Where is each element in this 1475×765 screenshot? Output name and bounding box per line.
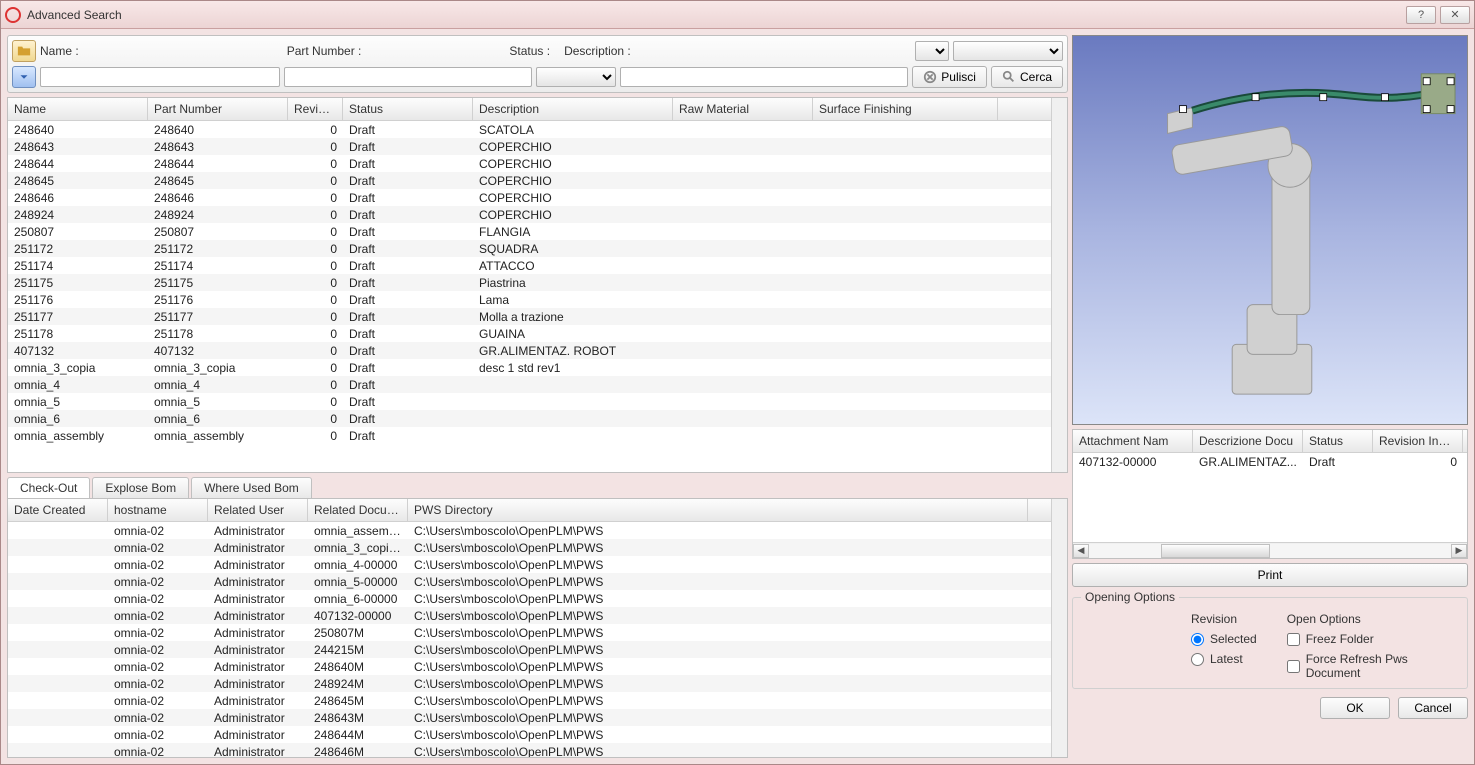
scrollbar-horizontal[interactable]: ◀▶ xyxy=(1073,542,1467,558)
table-row[interactable]: 2511772511770DraftMolla a trazione xyxy=(8,308,1051,325)
checkout-grid: Date CreatedhostnameRelated UserRelated … xyxy=(7,498,1068,758)
table-row[interactable]: omnia_3_copiaomnia_3_copia0Draftdesc 1 s… xyxy=(8,359,1051,376)
table-row[interactable]: omnia-02Administrator248640MC:\Users\mbo… xyxy=(8,658,1051,675)
table-row[interactable]: omnia_4omnia_40Draft xyxy=(8,376,1051,393)
column-header[interactable]: Status xyxy=(343,98,473,120)
check-freez[interactable]: Freez Folder xyxy=(1287,632,1459,646)
table-row[interactable]: omnia-02Administrator248645MC:\Users\mbo… xyxy=(8,692,1051,709)
column-header[interactable]: hostname xyxy=(108,499,208,521)
column-header[interactable]: Name xyxy=(8,98,148,120)
results-grid: NamePart NumberRevisionStatusDescription… xyxy=(7,97,1068,473)
opening-options-group: Opening Options Revision Selected Latest… xyxy=(1072,597,1468,689)
column-header[interactable]: PWS Directory xyxy=(408,499,1028,521)
cancel-button[interactable]: Cancel xyxy=(1398,697,1468,719)
status-select[interactable] xyxy=(536,67,616,87)
desc-input[interactable] xyxy=(620,67,908,87)
column-header[interactable]: Status xyxy=(1303,430,1373,452)
column-header[interactable]: Description xyxy=(473,98,673,120)
table-row[interactable]: omnia_6omnia_60Draft xyxy=(8,410,1051,427)
expand-icon[interactable] xyxy=(12,66,36,88)
column-header[interactable]: Raw Material xyxy=(673,98,813,120)
revision-label: Revision xyxy=(1191,612,1257,626)
help-button[interactable]: ? xyxy=(1406,6,1436,24)
check-force-refresh[interactable]: Force Refresh Pws Document xyxy=(1287,652,1459,680)
filter-dropdown[interactable] xyxy=(953,41,1063,61)
column-header[interactable]: Related Documen xyxy=(308,499,408,521)
table-row[interactable]: omnia-02Administrator250807MC:\Users\mbo… xyxy=(8,624,1051,641)
label-name: Name : xyxy=(40,44,79,58)
titlebar: Advanced Search ? ✕ xyxy=(1,1,1474,29)
table-row[interactable]: 2511782511780DraftGUAINA xyxy=(8,325,1051,342)
column-header[interactable]: Attachment Nam xyxy=(1073,430,1193,452)
table-row[interactable]: omnia-02Administratoromnia_6-00000C:\Use… xyxy=(8,590,1051,607)
table-row[interactable]: omnia_5omnia_50Draft xyxy=(8,393,1051,410)
tab-explose-bom[interactable]: Explose Bom xyxy=(92,477,189,498)
table-row[interactable]: omnia-02Administrator248644MC:\Users\mbo… xyxy=(8,726,1051,743)
print-button[interactable]: Print xyxy=(1072,563,1468,587)
table-row[interactable]: 2486452486450DraftCOPERCHIO xyxy=(8,172,1051,189)
radio-latest[interactable]: Latest xyxy=(1191,652,1257,666)
clear-button[interactable]: Pulisci xyxy=(912,66,987,88)
label-status: Status : xyxy=(509,44,550,58)
part-input[interactable] xyxy=(284,67,532,87)
table-row[interactable]: 2486442486440DraftCOPERCHIO xyxy=(8,155,1051,172)
save-dropdown[interactable] xyxy=(915,41,949,61)
search-button[interactable]: Cerca xyxy=(991,66,1063,88)
attachment-grid: Attachment NamDescrizione DocuStatusRevi… xyxy=(1072,429,1468,559)
column-header[interactable]: Surface Finishing xyxy=(813,98,998,120)
column-header[interactable]: Revision xyxy=(288,98,343,120)
table-row[interactable]: 2511752511750DraftPiastrina xyxy=(8,274,1051,291)
table-row[interactable]: 4071324071320DraftGR.ALIMENTAZ. ROBOT xyxy=(8,342,1051,359)
table-row[interactable]: 2511742511740DraftATTACCO xyxy=(8,257,1051,274)
table-row[interactable]: 2511722511720DraftSQUADRA xyxy=(8,240,1051,257)
open-options-label: Open Options xyxy=(1287,612,1459,626)
label-desc: Description : xyxy=(564,44,631,58)
table-row[interactable]: omnia-02Administratoromnia_5-00000C:\Use… xyxy=(8,573,1051,590)
tab-where-used-bom[interactable]: Where Used Bom xyxy=(191,477,312,498)
app-icon xyxy=(5,7,21,23)
table-row[interactable]: omnia-02Administrator244215MC:\Users\mbo… xyxy=(8,641,1051,658)
table-row[interactable]: 407132-00000GR.ALIMENTAZ...Draft0 xyxy=(1073,453,1467,470)
scrollbar[interactable] xyxy=(1051,499,1067,757)
table-row[interactable]: omnia-02Administratoromnia_3_copia-...C:… xyxy=(8,539,1051,556)
label-part: Part Number : xyxy=(287,44,362,58)
table-row[interactable]: 2486402486400DraftSCATOLA xyxy=(8,121,1051,138)
table-row[interactable]: omnia-02Administrator248924MC:\Users\mbo… xyxy=(8,675,1051,692)
table-row[interactable]: 2486432486430DraftCOPERCHIO xyxy=(8,138,1051,155)
table-row[interactable]: 2508072508070DraftFLANGIA xyxy=(8,223,1051,240)
column-header[interactable]: Related User xyxy=(208,499,308,521)
ok-button[interactable]: OK xyxy=(1320,697,1390,719)
column-header[interactable]: Date Created xyxy=(8,499,108,521)
column-header[interactable]: Descrizione Docu xyxy=(1193,430,1303,452)
table-row[interactable]: omnia-02Administrator248646MC:\Users\mbo… xyxy=(8,743,1051,757)
table-row[interactable]: omnia-02Administrator407132-00000C:\User… xyxy=(8,607,1051,624)
name-input[interactable] xyxy=(40,67,280,87)
folder-icon[interactable] xyxy=(12,40,36,62)
radio-selected[interactable]: Selected xyxy=(1191,632,1257,646)
table-row[interactable]: omnia_assemblyomnia_assembly0Draft xyxy=(8,427,1051,444)
column-header[interactable]: Part Number xyxy=(148,98,288,120)
tab-check-out[interactable]: Check-Out xyxy=(7,477,90,498)
scrollbar[interactable] xyxy=(1051,98,1067,472)
window-title: Advanced Search xyxy=(27,8,1406,22)
close-button[interactable]: ✕ xyxy=(1440,6,1470,24)
search-toolbar: Name : Part Number : Status : Descriptio… xyxy=(7,35,1068,93)
advanced-search-window: Advanced Search ? ✕ Name : Part Number :… xyxy=(0,0,1475,765)
table-row[interactable]: omnia-02Administratoromnia_4-00000C:\Use… xyxy=(8,556,1051,573)
table-row[interactable]: 2489242489240DraftCOPERCHIO xyxy=(8,206,1051,223)
preview-3d[interactable] xyxy=(1072,35,1468,425)
table-row[interactable]: omnia-02Administratoromnia_assembl...C:\… xyxy=(8,522,1051,539)
table-row[interactable]: 2486462486460DraftCOPERCHIO xyxy=(8,189,1051,206)
column-header[interactable]: Revision Index xyxy=(1373,430,1463,452)
table-row[interactable]: 2511762511760DraftLama xyxy=(8,291,1051,308)
table-row[interactable]: omnia-02Administrator248643MC:\Users\mbo… xyxy=(8,709,1051,726)
